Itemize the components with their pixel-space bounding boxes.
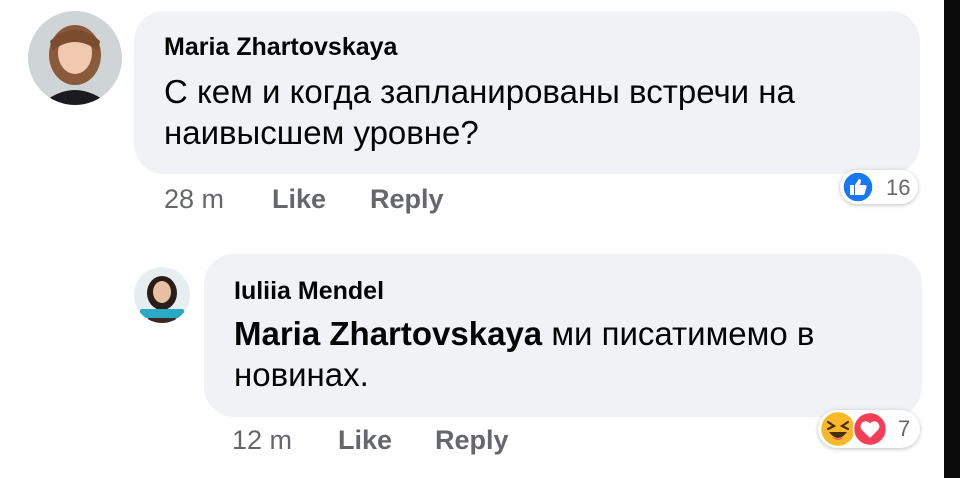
like-button[interactable]: Like bbox=[272, 184, 326, 215]
comment-actions: 12 m Like Reply bbox=[232, 425, 552, 457]
comment-bubble: Iuliia Mendel Maria Zhartovskaya ми писа… bbox=[204, 254, 922, 417]
page-edge bbox=[944, 0, 960, 478]
comment-timestamp[interactable]: 28 m bbox=[164, 184, 224, 215]
reply-button[interactable]: Reply bbox=[370, 184, 444, 215]
reaction-count: 7 bbox=[898, 416, 911, 441]
like-icon bbox=[842, 171, 874, 203]
mention-link[interactable]: Maria Zhartovskaya bbox=[234, 315, 542, 352]
comment-text: Maria Zhartovskaya ми писатимемо в новин… bbox=[234, 313, 906, 395]
comment-actions: 28 m Like Reply bbox=[164, 184, 484, 216]
comment-timestamp[interactable]: 12 m bbox=[232, 425, 292, 456]
comment-bubble: Maria Zhartovskaya С кем и когда заплани… bbox=[134, 11, 920, 174]
avatar[interactable] bbox=[134, 267, 190, 323]
love-icon bbox=[852, 411, 888, 447]
comment-text: С кем и когда запланированы встречи на н… bbox=[164, 73, 795, 151]
reply-button[interactable]: Reply bbox=[435, 425, 509, 456]
like-button[interactable]: Like bbox=[338, 425, 392, 456]
avatar[interactable] bbox=[28, 11, 122, 105]
reaction-summary[interactable]: 16 bbox=[840, 170, 918, 204]
reaction-summary[interactable]: 7 bbox=[818, 410, 920, 448]
comment-author[interactable]: Iuliia Mendel bbox=[234, 276, 384, 306]
comment-author[interactable]: Maria Zhartovskaya bbox=[164, 32, 397, 62]
reaction-count: 16 bbox=[886, 175, 911, 200]
